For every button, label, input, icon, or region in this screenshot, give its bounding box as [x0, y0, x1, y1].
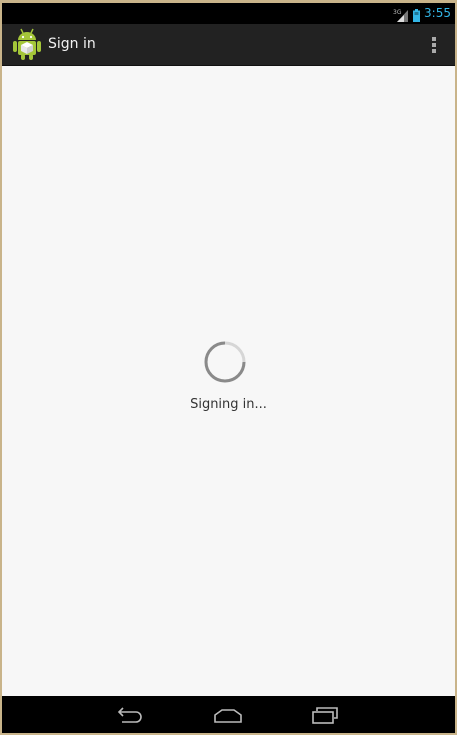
progress-message: Signing in...: [190, 397, 267, 412]
navigation-bar: [2, 696, 455, 733]
action-bar: Sign in: [2, 24, 455, 66]
recent-apps-icon[interactable]: [304, 700, 344, 730]
loading-spinner-icon: [201, 338, 249, 386]
battery-icon: [413, 7, 421, 22]
device-screen: 3G 3:55 Sign in Signing in...: [2, 3, 455, 733]
network-type-label: 3G: [393, 9, 402, 16]
back-icon[interactable]: [110, 700, 150, 730]
status-time: 3:55: [424, 6, 451, 20]
page-title: Sign in: [48, 36, 96, 52]
android-icon[interactable]: [11, 27, 43, 61]
main-content: Signing in...: [2, 66, 455, 696]
home-icon[interactable]: [208, 700, 248, 730]
status-bar: 3G 3:55: [2, 3, 455, 24]
signal-icon: 3G: [393, 7, 409, 22]
overflow-menu-icon[interactable]: [429, 36, 439, 54]
status-icons: 3G 3:55: [393, 5, 451, 22]
